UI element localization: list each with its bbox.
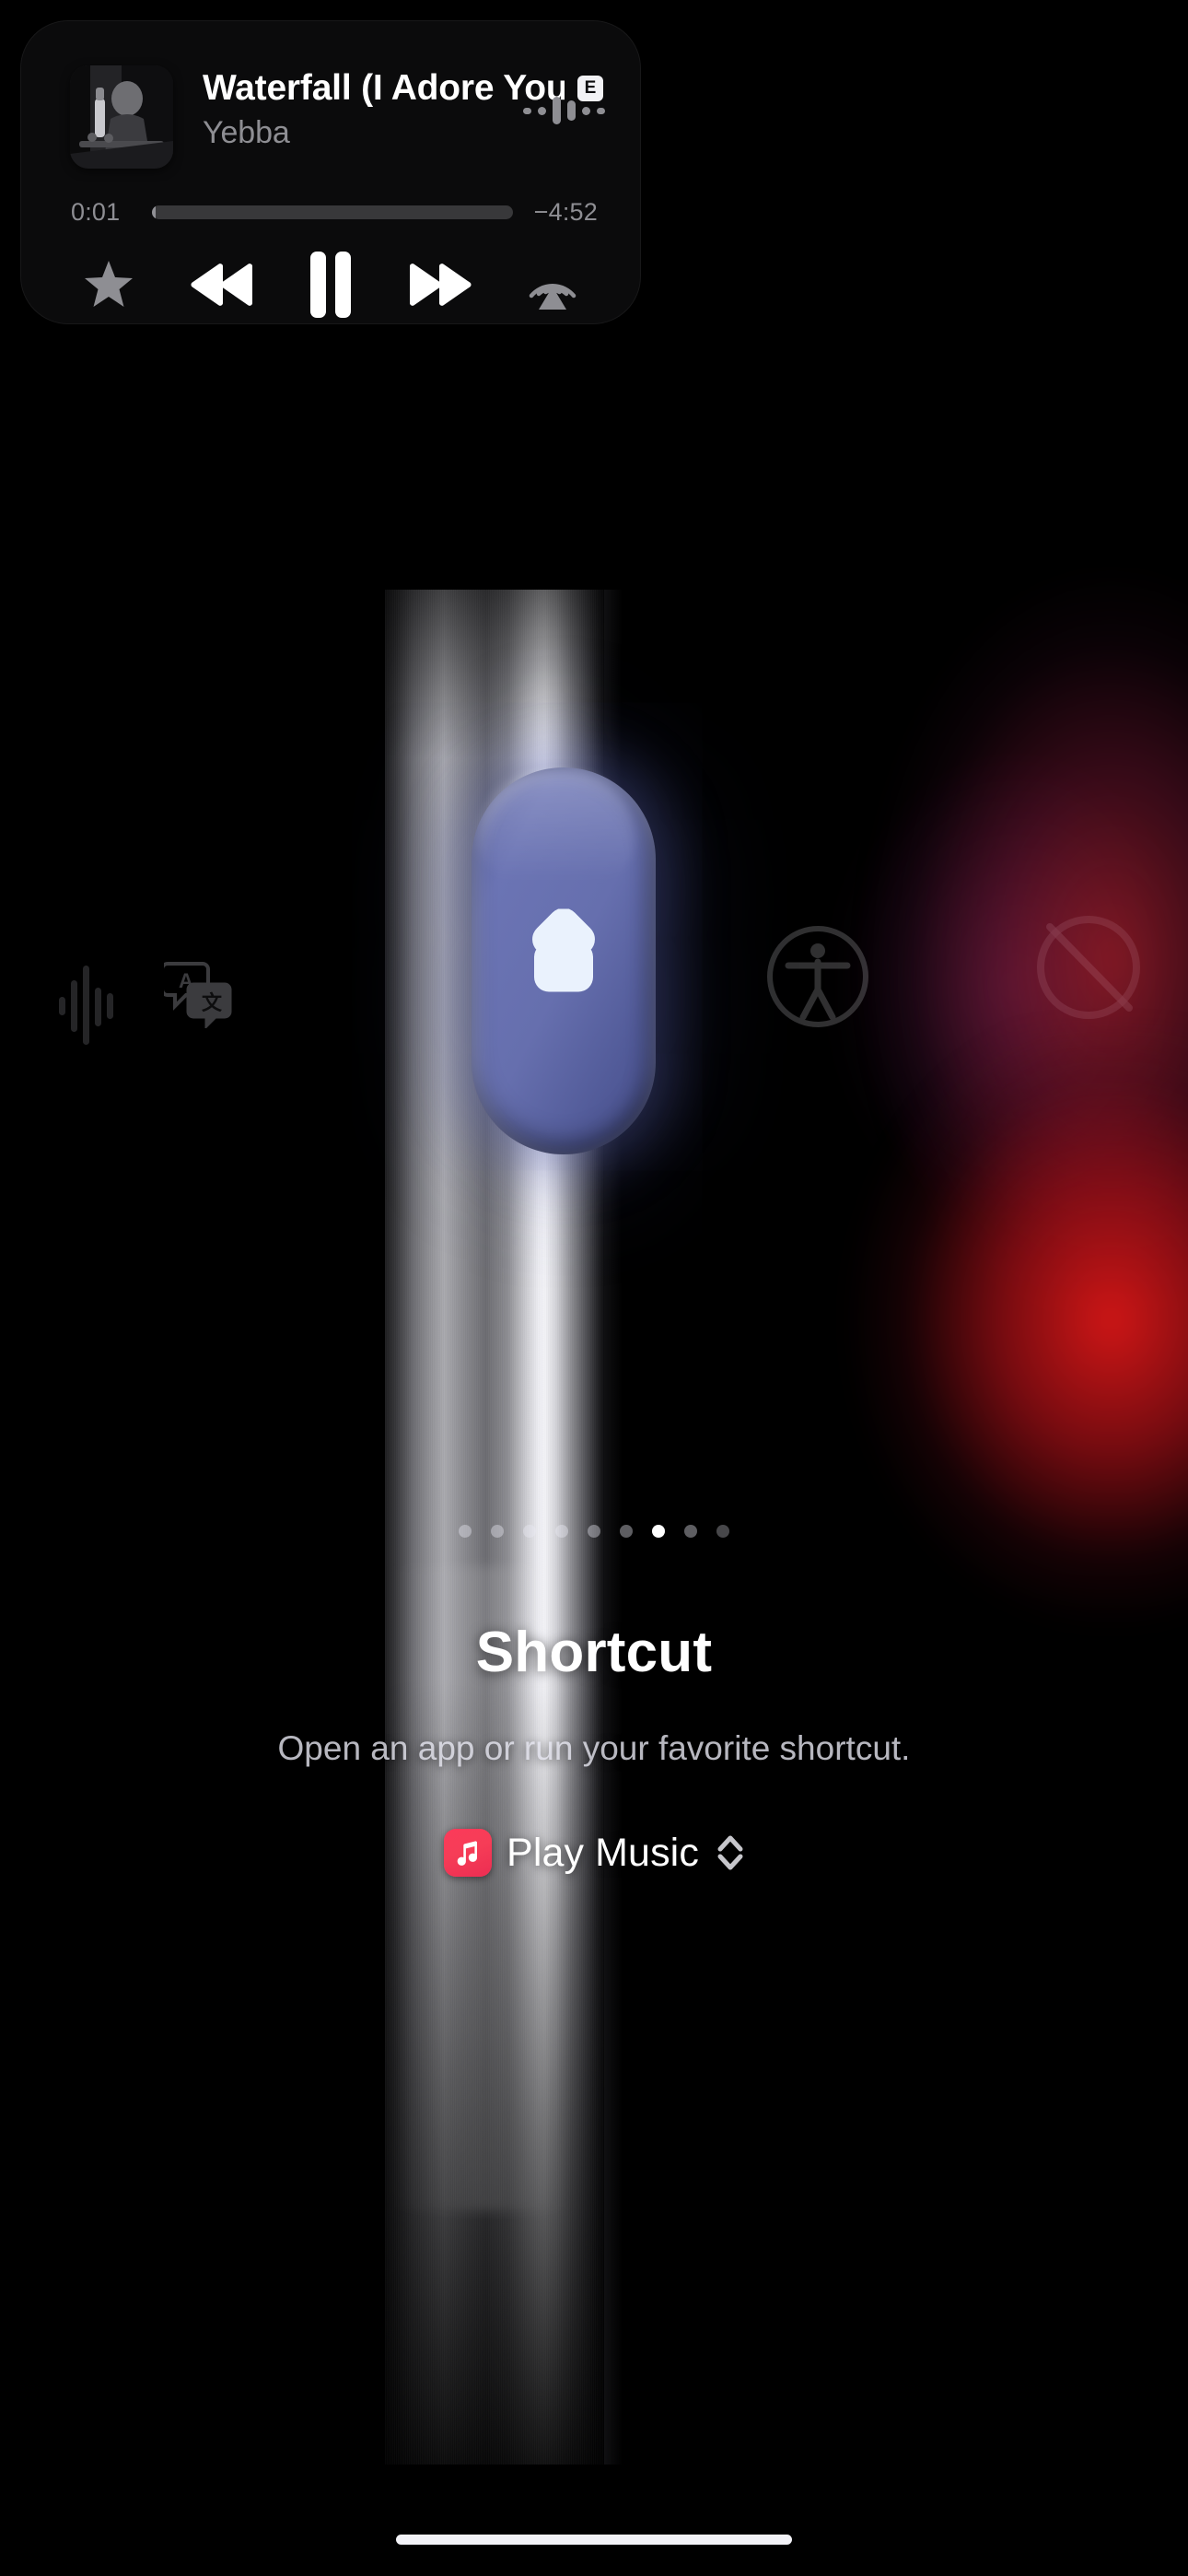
home-indicator[interactable] — [396, 2535, 792, 2545]
elapsed-time: 0:01 — [71, 198, 121, 226]
remaining-time: −4:52 — [533, 198, 598, 226]
playback-scrubber[interactable]: 0:01 −4:52 — [71, 198, 598, 227]
play-pause-button[interactable] — [287, 245, 374, 323]
fast-forward-icon — [409, 263, 472, 306]
accessibility-icon[interactable] — [763, 921, 873, 1036]
pause-icon — [310, 252, 351, 318]
waveform-icon[interactable] — [57, 964, 116, 1051]
fast-forward-button[interactable] — [399, 245, 485, 323]
action-button-pill[interactable] — [472, 767, 656, 1154]
page-dot[interactable] — [459, 1525, 472, 1538]
audio-visualizer-icon — [523, 95, 605, 126]
page-dot[interactable] — [491, 1525, 504, 1538]
page-dots[interactable] — [0, 1525, 1188, 1538]
track-title: Waterfall (I Adore You) — [203, 68, 565, 108]
page-dot[interactable] — [716, 1525, 729, 1538]
page-dot[interactable] — [555, 1525, 568, 1538]
page-description: Open an app or run your favorite shortcu… — [277, 1729, 911, 1767]
favorite-button[interactable] — [65, 245, 152, 323]
iphone-screen: A 文 Shortcut Open an app or run your fav… — [0, 0, 1188, 2576]
progress-bar-fill — [152, 205, 156, 219]
shortcut-selector-label: Play Music — [507, 1830, 699, 1875]
shortcut-selector[interactable]: Play Music — [0, 1829, 1188, 1877]
silent-mode-icon[interactable] — [1030, 908, 1147, 1031]
page-dot[interactable] — [620, 1525, 633, 1538]
progress-bar[interactable] — [152, 205, 513, 219]
page-dot[interactable] — [523, 1525, 536, 1538]
page-dot[interactable] — [588, 1525, 600, 1538]
action-button-settings-background: A 文 Shortcut Open an app or run your fav… — [0, 0, 1188, 2576]
page-title: Shortcut — [475, 1621, 713, 1684]
page-dot[interactable] — [684, 1525, 697, 1538]
svg-text:A: A — [179, 969, 193, 992]
airplay-icon — [529, 284, 577, 310]
page-dot-active[interactable] — [652, 1525, 665, 1538]
rewind-icon — [190, 263, 252, 306]
rewind-button[interactable] — [177, 245, 263, 323]
apple-music-icon — [444, 1829, 493, 1877]
airplay-button[interactable] — [509, 245, 596, 323]
album-artwork[interactable] — [70, 65, 173, 169]
translate-icon[interactable]: A 文 — [160, 956, 232, 1033]
chevron-up-down-icon[interactable] — [716, 1832, 744, 1874]
shortcuts-icon — [516, 907, 611, 1013]
transport-controls — [65, 245, 596, 323]
star-icon — [85, 261, 133, 307]
now-playing-card[interactable]: Waterfall (I Adore You) E Yebba 0:01 −4:… — [20, 20, 641, 324]
svg-text:文: 文 — [202, 991, 223, 1014]
